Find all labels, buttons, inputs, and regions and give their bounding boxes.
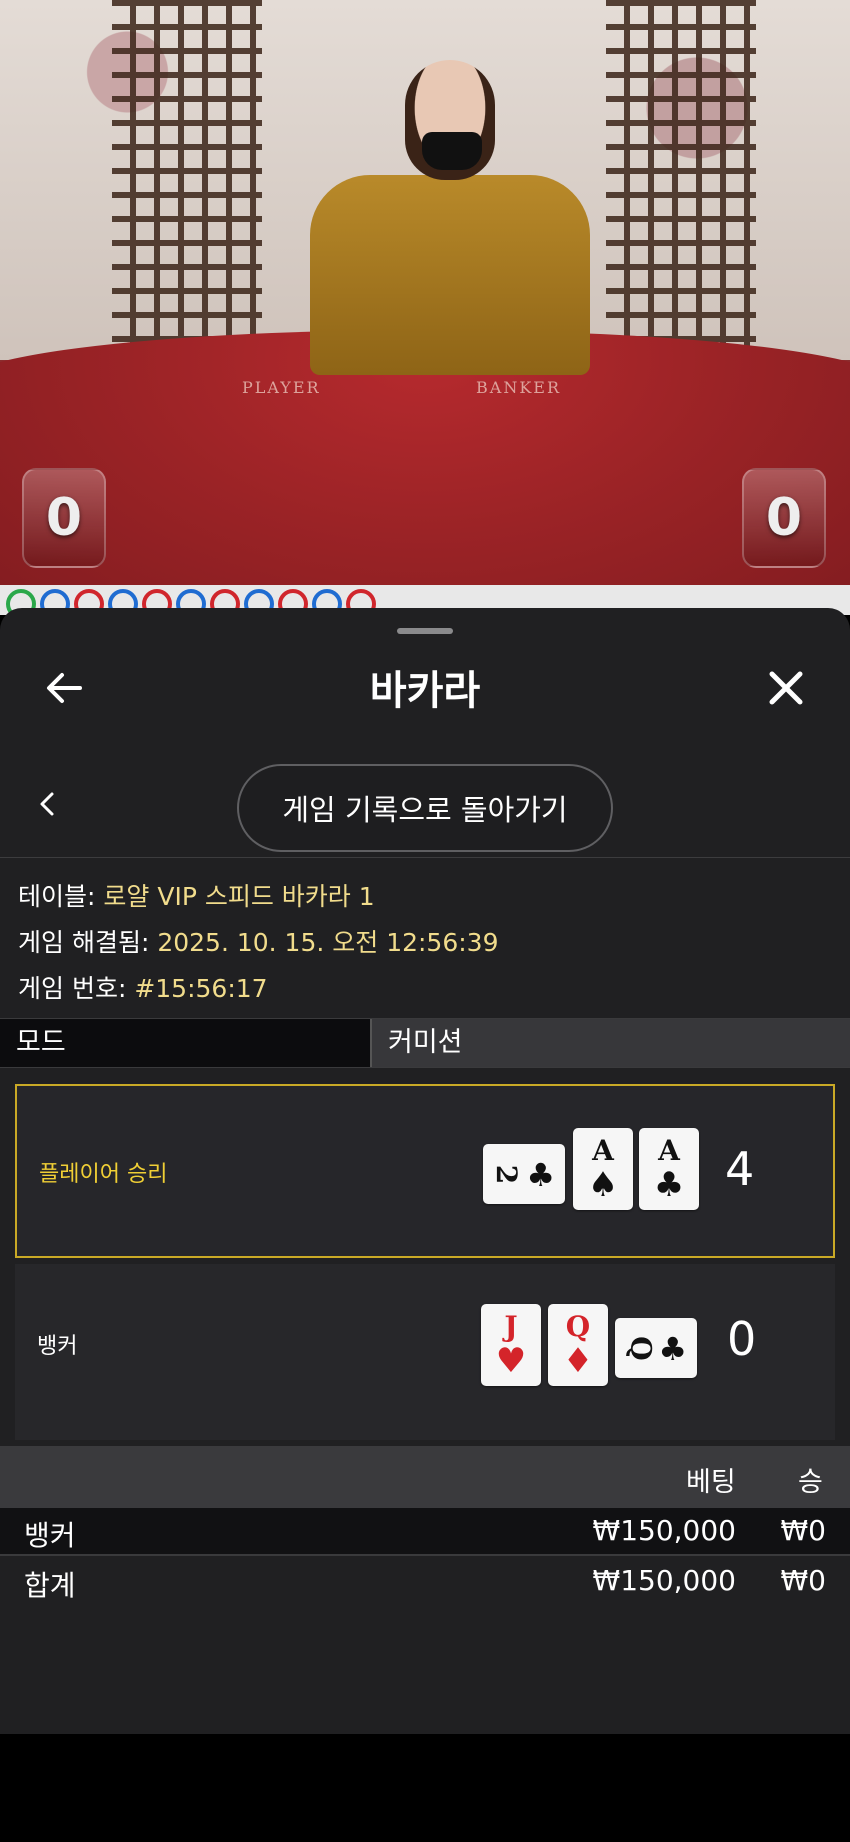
player-result-label: 플레이어 승리 bbox=[39, 1162, 168, 1187]
banker-result-label: 뱅커 bbox=[37, 1334, 78, 1359]
card-rank: A bbox=[658, 1134, 680, 1167]
table-value: 로얄 VIP 스피드 바카라 1 bbox=[103, 882, 375, 911]
bet-row-amount: ₩150,000 bbox=[592, 1514, 736, 1547]
round-key: 게임 번호: bbox=[18, 974, 127, 1003]
mode-label: 모드 bbox=[0, 1019, 370, 1067]
banker-result-panel: 뱅커 J ♥ Q ♦ Q ♣ 0 bbox=[15, 1264, 835, 1440]
win-column-header: 승 bbox=[798, 1467, 823, 1498]
card-suit-icon: ♣ bbox=[653, 1165, 685, 1205]
banker-score: 0 bbox=[727, 1312, 757, 1366]
playing-card: Q ♦ bbox=[548, 1304, 608, 1386]
chevron-left-icon bbox=[40, 792, 54, 816]
playing-card: A ♣ bbox=[639, 1128, 699, 1210]
player-score: 4 bbox=[725, 1142, 755, 1196]
card-suit-icon: ♠ bbox=[587, 1165, 619, 1205]
close-button[interactable] bbox=[756, 658, 816, 718]
lattice-screen-left bbox=[112, 0, 262, 360]
table-info-row: 테이블: 로얄 VIP 스피드 바카라 1 bbox=[18, 874, 498, 920]
resolved-info-row: 게임 해결됨: 2025. 10. 15. 오전 12:56:39 bbox=[18, 920, 498, 966]
playing-card: A ♠ bbox=[573, 1128, 633, 1210]
bet-row-total: 합계 ₩150,000 ₩0 bbox=[0, 1558, 850, 1606]
playing-card: 2 ♣ bbox=[483, 1144, 565, 1204]
lattice-screen-right bbox=[606, 0, 756, 360]
commission-label: 커미션 bbox=[370, 1019, 850, 1067]
resolved-key: 게임 해결됨: bbox=[18, 928, 150, 957]
card-rank: J bbox=[504, 1310, 518, 1343]
history-subnav: 게임 기록으로 돌아가기 bbox=[0, 748, 850, 858]
bet-column-header: 베팅 bbox=[686, 1467, 736, 1498]
card-suit-icon: ♣ bbox=[658, 1330, 687, 1368]
sheet-header: 바카라 bbox=[0, 638, 850, 738]
player-result-panel: 플레이어 승리 2 ♣ A ♠ A ♣ 4 bbox=[15, 1084, 835, 1258]
bets-table-header: 베팅 승 bbox=[0, 1446, 850, 1508]
playing-card: J ♥ bbox=[481, 1304, 541, 1386]
total-row-name: 합계 bbox=[24, 1569, 76, 1602]
bet-row-banker: 뱅커 ₩150,000 ₩0 bbox=[0, 1508, 850, 1556]
card-rank: Q bbox=[565, 1310, 591, 1343]
page-title: 바카라 bbox=[369, 668, 481, 714]
game-history-sheet: 바카라 게임 기록으로 돌아가기 테이블: 로얄 VIP 스피드 바카라 1 게… bbox=[0, 608, 850, 1734]
player-total-display: 0 bbox=[22, 468, 106, 568]
banker-total-display: 0 bbox=[742, 468, 826, 568]
card-rank: A bbox=[592, 1134, 614, 1167]
card-suit-icon: ♣ bbox=[526, 1156, 555, 1194]
mode-row: 모드 커미션 bbox=[0, 1018, 850, 1068]
felt-player-label: PLAYER bbox=[242, 378, 321, 397]
total-row-win: ₩0 bbox=[780, 1564, 827, 1597]
card-rank: 2 bbox=[490, 1164, 524, 1185]
felt-banker-label: BANKER bbox=[476, 378, 561, 397]
playing-card: Q ♣ bbox=[615, 1318, 697, 1378]
resolved-value: 2025. 10. 15. 오전 12:56:39 bbox=[157, 928, 499, 957]
live-video-feed: PLAYER BANKER 0 0 bbox=[0, 0, 850, 585]
round-number-row: 게임 번호: #15:56:17 bbox=[18, 966, 498, 1012]
card-suit-icon: ♥ bbox=[495, 1341, 527, 1381]
table-key: 테이블: bbox=[18, 882, 96, 911]
total-row-amount: ₩150,000 bbox=[592, 1564, 736, 1597]
card-suit-icon: ♦ bbox=[562, 1341, 594, 1381]
bet-row-name: 뱅커 bbox=[24, 1519, 76, 1552]
sheet-grabber[interactable] bbox=[397, 628, 453, 634]
round-value: #15:56:17 bbox=[134, 974, 268, 1003]
round-info: 테이블: 로얄 VIP 스피드 바카라 1 게임 해결됨: 2025. 10. … bbox=[18, 874, 498, 1012]
close-icon bbox=[769, 671, 803, 705]
bet-row-win: ₩0 bbox=[780, 1514, 827, 1547]
back-to-history-button[interactable]: 게임 기록으로 돌아가기 bbox=[237, 764, 613, 852]
dealer bbox=[300, 40, 600, 375]
card-rank: Q bbox=[624, 1336, 658, 1361]
previous-button[interactable] bbox=[18, 774, 78, 834]
